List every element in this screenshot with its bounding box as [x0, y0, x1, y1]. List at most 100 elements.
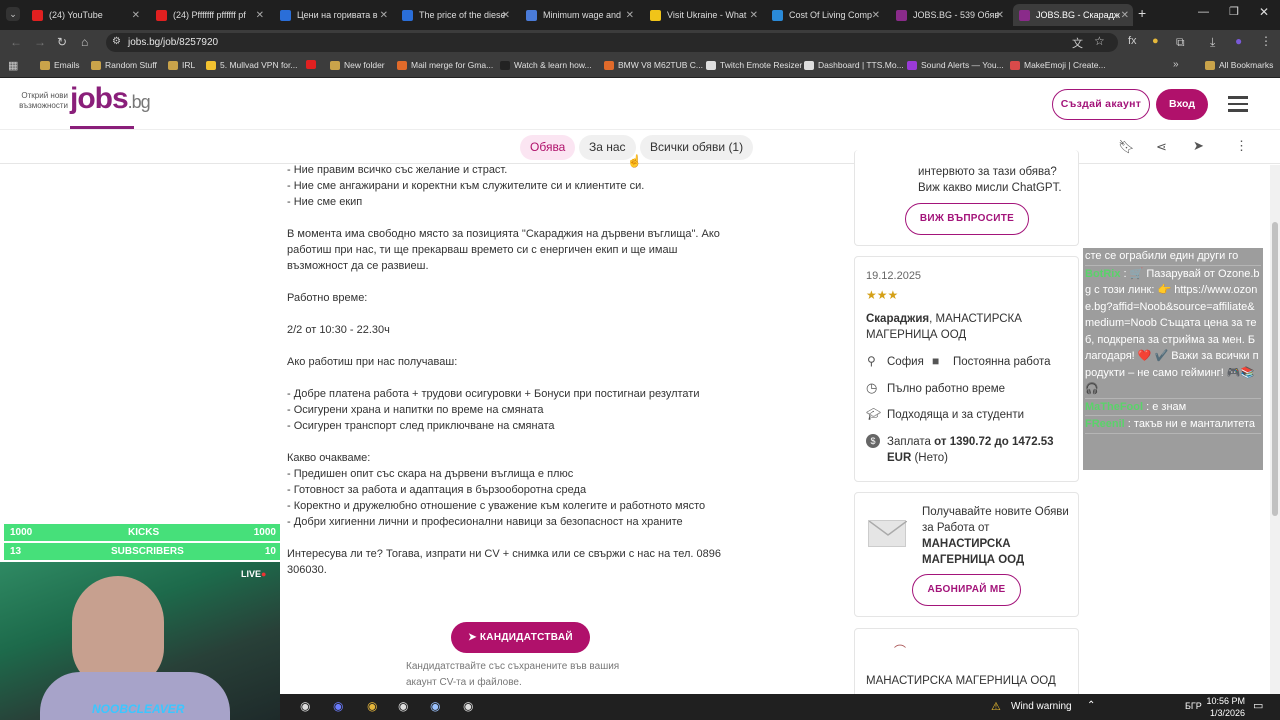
- company-logo[interactable]: ⌒: [880, 642, 920, 658]
- tray-up-icon[interactable]: ⌃: [1087, 700, 1095, 711]
- chat-username[interactable]: MaTheFool: [1085, 401, 1143, 413]
- tab-title: JOBS.BG - 539 Обяв: [913, 10, 1000, 20]
- job-description-line: - Ние правим всичко със желание и страст…: [287, 164, 508, 176]
- bookmarks-overflow-icon[interactable]: »: [1173, 59, 1179, 70]
- browser-tab[interactable]: JOBS.BG - 539 Обяв ✕: [890, 4, 1008, 26]
- bookmark-label: Sound Alerts — You...: [921, 60, 1004, 70]
- bookmark-item[interactable]: Dashboard | TTS.Mo...: [804, 60, 904, 70]
- taskbar-app-6-icon[interactable]: ◉: [463, 699, 473, 713]
- bookmark-item[interactable]: Random Stuff: [91, 60, 157, 70]
- extensions-puzzle-icon[interactable]: ⧉: [1176, 35, 1185, 50]
- browser-tab[interactable]: Minimum wage and ✕: [520, 4, 638, 26]
- reload-icon[interactable]: ↻: [57, 35, 67, 49]
- home-icon[interactable]: ⌂: [81, 35, 88, 49]
- maximize-button[interactable]: ❐: [1229, 5, 1239, 18]
- scrollbar-thumb[interactable]: [1272, 222, 1278, 516]
- view-questions-button[interactable]: ВИЖ ВЪПРОСИТЕ: [905, 203, 1029, 235]
- extension-icon[interactable]: ●: [1152, 35, 1159, 47]
- apply-button[interactable]: ➤ КАНДИДАТСТВАЙ: [451, 622, 590, 653]
- bookmark-item[interactable]: 5. Mullvad VPN for...: [206, 60, 297, 70]
- browser-menu-icon[interactable]: ⋮: [1260, 34, 1272, 48]
- bookmark-item[interactable]: New folder: [330, 60, 385, 70]
- bookmark-item[interactable]: Emails: [40, 60, 80, 70]
- bookmark-icon: [168, 60, 178, 70]
- chat-username[interactable]: FReenil: [1085, 418, 1125, 430]
- browser-tab[interactable]: The price of the diese ✕: [396, 4, 514, 26]
- browser-tab[interactable]: (24) YouTube ✕: [26, 4, 144, 26]
- share-icon[interactable]: ⋖: [1156, 139, 1167, 155]
- clock-date: 1/3/2026: [1209, 708, 1245, 718]
- browser-tab[interactable]: Visit Ukraine - What ✕: [644, 4, 762, 26]
- save-bookmark-icon[interactable]: 🔖︎: [1118, 139, 1135, 155]
- site-info-icon[interactable]: ⚙: [112, 36, 121, 47]
- bookmark-item[interactable]: MakeEmoji | Create...: [1010, 60, 1106, 70]
- tab-all-ads[interactable]: Всички обяви (1): [640, 135, 754, 160]
- steam-icon[interactable]: ◉: [430, 699, 440, 713]
- view-questions-label: ВИЖ ВЪПРОСИТЕ: [919, 213, 1015, 224]
- tab-title: JOBS.BG - Скарадж: [1036, 10, 1120, 20]
- job-description-line: възможност да се развиеш.: [287, 260, 429, 272]
- profile-avatar-icon[interactable]: ●: [1235, 34, 1242, 48]
- bookmark-label: IRL: [182, 60, 196, 70]
- login-button[interactable]: Вход: [1156, 89, 1208, 120]
- back-icon[interactable]: ←: [10, 35, 22, 49]
- create-account-button[interactable]: Създай акаунт: [1052, 89, 1150, 120]
- chrome-icon[interactable]: ◉: [367, 699, 377, 713]
- logo-suffix: .bg: [127, 92, 151, 112]
- close-tab-icon[interactable]: ✕: [256, 10, 264, 21]
- close-tab-icon[interactable]: ✕: [996, 10, 1004, 21]
- apps-grid-icon[interactable]: ▦: [8, 59, 18, 72]
- company-name[interactable]: МАНАСТИРСКА МАГЕРНИЦА ООД: [866, 673, 1056, 689]
- notifications-icon[interactable]: ▭: [1253, 699, 1263, 712]
- translate-icon[interactable]: 文: [1072, 35, 1083, 51]
- logo-tagline-1: Открий нови: [21, 91, 68, 100]
- bookmark-item[interactable]: IRL: [168, 60, 195, 70]
- close-window-button[interactable]: ✕: [1259, 5, 1269, 19]
- forward-icon[interactable]: →: [34, 35, 46, 49]
- minimize-button[interactable]: —: [1198, 6, 1209, 18]
- subscribe-button[interactable]: АБОНИРАЙ МЕ: [912, 574, 1021, 606]
- close-tab-icon[interactable]: ✕: [380, 10, 388, 21]
- bookmark-star-icon[interactable]: ☆: [1094, 34, 1105, 48]
- extension-fx-icon[interactable]: fx: [1128, 35, 1137, 47]
- close-tab-icon[interactable]: ✕: [502, 10, 510, 21]
- bookmark-item[interactable]: [306, 60, 320, 69]
- close-tab-icon[interactable]: ✕: [750, 10, 758, 21]
- download-icon[interactable]: ⤓: [1210, 35, 1215, 50]
- new-tab-button[interactable]: +: [1138, 5, 1146, 21]
- close-tab-icon[interactable]: ✕: [626, 10, 634, 21]
- site-logo[interactable]: jobs.bg: [70, 82, 151, 116]
- job-description-line: [287, 306, 767, 322]
- taskbar-app-2-icon[interactable]: ◉: [333, 699, 343, 713]
- subscribe-line-2: за Работа от: [922, 522, 990, 534]
- close-tab-icon[interactable]: ✕: [872, 10, 880, 21]
- browser-tab[interactable]: (24) Pfffffff pffffff pf ✕: [150, 4, 268, 26]
- clock[interactable]: 10:56 PM 1/3/2026: [1205, 695, 1245, 719]
- obs-icon[interactable]: ◉: [398, 699, 408, 713]
- bookmark-item[interactable]: Watch & learn how...: [500, 60, 592, 70]
- bookmark-item[interactable]: BMW V8 M62TUB C...: [604, 60, 703, 70]
- browser-tab[interactable]: Cost Of Living Comp ✕: [766, 4, 884, 26]
- tab-list-button[interactable]: ⌄: [6, 7, 20, 21]
- browser-tab[interactable]: Цени на горивата в ✕: [274, 4, 392, 26]
- bookmark-item[interactable]: Mail merge for Gma...: [397, 60, 493, 70]
- taskbar-app-1-icon[interactable]: ◉: [300, 699, 310, 713]
- browser-tab[interactable]: JOBS.BG - Скарадж ✕: [1013, 4, 1133, 26]
- all-bookmarks[interactable]: All Bookmarks: [1205, 60, 1273, 70]
- hamburger-menu-icon[interactable]: [1228, 96, 1248, 112]
- weather-text[interactable]: Wind warning: [1011, 701, 1072, 712]
- tab-job-ad[interactable]: Обява: [520, 135, 576, 160]
- more-options-icon[interactable]: ⋮: [1235, 138, 1248, 154]
- chat-username[interactable]: BotRix: [1085, 268, 1120, 280]
- url-input[interactable]: jobs.bg/job/8257920: [106, 33, 1118, 52]
- input-language[interactable]: БГР: [1185, 701, 1202, 711]
- bookmark-label: Dashboard | TTS.Mo...: [818, 60, 904, 70]
- close-tab-icon[interactable]: ✕: [1121, 10, 1129, 21]
- job-title[interactable]: Скараджия, МАНАСТИРСКА: [866, 311, 1022, 327]
- bookmark-item[interactable]: Twitch Emote Resizer: [706, 60, 802, 70]
- job-description-line: - Добри хигиенни лични и професионални н…: [287, 516, 683, 528]
- bookmark-item[interactable]: Sound Alerts — You...: [907, 60, 1004, 70]
- bookmark-icon: [804, 60, 814, 70]
- close-tab-icon[interactable]: ✕: [132, 10, 140, 21]
- send-icon[interactable]: ➤: [1193, 138, 1204, 154]
